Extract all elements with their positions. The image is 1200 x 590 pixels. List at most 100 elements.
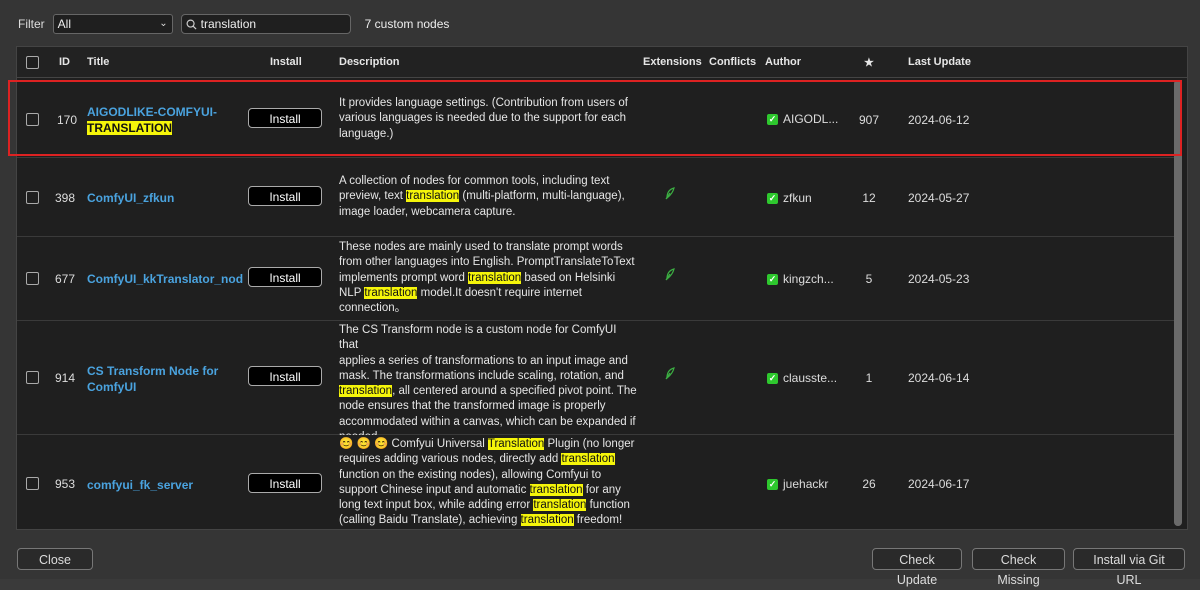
desc-line: NLP translation model.It doesn't require… <box>339 286 637 301</box>
col-id[interactable]: ID <box>59 56 70 68</box>
desc-text: NLP <box>339 286 365 299</box>
col-title[interactable]: Title <box>87 56 109 68</box>
row-description: 😊 😊 😊 Comfyui Universal Translation Plug… <box>339 437 637 529</box>
desc-highlight: translation <box>339 385 393 398</box>
row-author[interactable]: ✓ AIGODL... <box>767 112 838 126</box>
desc-text: model.It doesn't require internet <box>417 286 582 299</box>
desc-line: connection。 <box>339 302 407 315</box>
desc-line: function on the existing nodes), allowin… <box>339 468 602 481</box>
chevron-down-icon: ⌄ <box>159 18 168 29</box>
table-header: ID Title Install Description Extensions … <box>17 47 1187 78</box>
desc-highlight: translation <box>364 286 418 299</box>
desc-line: mask. The transformations include scalin… <box>339 369 624 382</box>
search-input[interactable] <box>200 17 341 31</box>
row-author[interactable]: ✓ zfkun <box>767 191 812 205</box>
row-title-link[interactable]: CS Transform Node for ComfyUI <box>87 363 227 395</box>
table-row[interactable]: 953 comfyui_fk_server Install 😊 😊 😊 Comf… <box>17 435 1175 529</box>
desc-line: translation, all centered around a speci… <box>339 384 637 399</box>
install-button[interactable]: Install <box>248 267 322 287</box>
scrollbar-thumb[interactable] <box>1174 80 1182 526</box>
search-icon <box>186 19 197 30</box>
desc-line: from other languages into English. Promp… <box>339 256 635 269</box>
table-row[interactable]: 398 ComfyUI_zfkun Install A collection o… <box>17 158 1175 237</box>
row-title-link[interactable]: ComfyUI_kkTranslator_nod <box>87 271 247 287</box>
desc-highlight: translation <box>533 499 587 512</box>
select-all-checkbox[interactable] <box>26 56 39 69</box>
author-name: clausste... <box>783 371 838 385</box>
col-install[interactable]: Install <box>270 56 302 68</box>
col-conflicts[interactable]: Conflicts <box>709 56 756 68</box>
desc-text: 😊 😊 😊 Comfyui Universal <box>339 438 488 450</box>
desc-line: support Chinese input and automatic tran… <box>339 483 637 498</box>
row-author[interactable]: ✓ clausste... <box>767 371 837 385</box>
check-missing-button[interactable]: Check Missing <box>972 548 1065 587</box>
nodes-table: ID Title Install Description Extensions … <box>16 46 1188 530</box>
desc-text: (multi-platform, multi-language), <box>459 190 625 203</box>
desc-line: A collection of nodes for common tools, … <box>339 175 610 187</box>
desc-line: image loader, webcamera capture. <box>339 205 516 218</box>
install-button[interactable]: Install <box>248 108 322 128</box>
row-description: These nodes are mainly used to translate… <box>339 240 637 316</box>
check-icon: ✓ <box>767 192 778 204</box>
desc-text: function <box>586 499 630 512</box>
desc-text: requires adding various nodes, directly … <box>339 453 562 466</box>
desc-text: for any <box>582 483 621 496</box>
row-id: 677 <box>55 272 76 286</box>
row-date: 2024-06-14 <box>908 371 970 385</box>
desc-line: implements prompt word translation based… <box>339 271 637 286</box>
filter-select[interactable]: All ⌄ <box>52 14 173 34</box>
row-id: 170 <box>57 113 78 127</box>
row-checkbox[interactable] <box>26 272 39 285</box>
row-id: 953 <box>55 477 76 491</box>
desc-text: freedom! <box>573 514 623 527</box>
row-author[interactable]: ✓ juehackr <box>767 477 828 491</box>
check-icon: ✓ <box>767 372 778 384</box>
row-date: 2024-05-23 <box>908 272 970 286</box>
extension-leaf-icon[interactable] <box>664 186 676 200</box>
check-icon: ✓ <box>767 273 778 285</box>
desc-text: implements prompt word <box>339 271 469 284</box>
desc-line: language.) <box>339 127 394 140</box>
extension-leaf-icon[interactable] <box>664 267 676 281</box>
install-button[interactable]: Install <box>248 473 322 493</box>
row-checkbox[interactable] <box>26 191 39 204</box>
row-description: The CS Transform node is a custom node f… <box>339 323 637 445</box>
col-last-update[interactable]: Last Update <box>908 56 971 68</box>
row-title-link[interactable]: comfyui_fk_server <box>87 477 237 493</box>
col-extensions[interactable]: Extensions <box>643 56 702 68</box>
row-title-text: AIGODLIKE-COMFYUI- <box>87 105 217 119</box>
row-id: 398 <box>55 191 76 205</box>
desc-highlight: translation <box>468 271 522 284</box>
author-name: AIGODL... <box>783 112 839 126</box>
desc-text: Plugin (no longer <box>544 438 635 450</box>
install-button[interactable]: Install <box>248 366 322 386</box>
desc-line: It provides language settings. (Contribu… <box>339 97 628 109</box>
table-scrollbar[interactable] <box>1174 80 1182 526</box>
install-button[interactable]: Install <box>248 186 322 206</box>
install-via-git-url-button[interactable]: Install via Git URL <box>1073 548 1185 587</box>
table-row[interactable]: 677 ComfyUI_kkTranslator_nod Install The… <box>17 237 1175 321</box>
row-author[interactable]: ✓ kingzch... <box>767 272 834 286</box>
row-title-link[interactable]: ComfyUI_zfkun <box>87 190 237 206</box>
desc-text: preview, text <box>339 190 407 203</box>
col-stars[interactable]: ★ <box>864 56 874 69</box>
close-button[interactable]: Close <box>17 548 93 570</box>
row-title-link[interactable]: AIGODLIKE-COMFYUI- TRANSLATION <box>87 104 237 136</box>
col-author[interactable]: Author <box>765 56 801 68</box>
row-checkbox[interactable] <box>26 371 39 384</box>
extension-leaf-icon[interactable] <box>664 366 676 380</box>
custom-nodes-manager-dialog: Filter All ⌄ 7 custom nodes ID Title Ins… <box>0 0 1200 587</box>
author-name: juehackr <box>783 477 829 491</box>
row-checkbox[interactable] <box>26 477 39 490</box>
row-checkbox[interactable] <box>26 113 39 126</box>
col-description[interactable]: Description <box>339 56 400 68</box>
desc-line: long text input box, while adding error … <box>339 498 637 513</box>
row-stars: 26 <box>862 477 876 491</box>
desc-line: These nodes are mainly used to translate… <box>339 241 623 253</box>
check-update-button[interactable]: Check Update <box>872 548 962 587</box>
search-box[interactable] <box>180 14 351 34</box>
filter-label: Filter <box>18 17 45 31</box>
table-row[interactable]: 914 CS Transform Node for ComfyUI Instal… <box>17 321 1175 443</box>
desc-line: applies a series of transformations to a… <box>339 354 628 367</box>
table-row[interactable]: 170 AIGODLIKE-COMFYUI- TRANSLATION Insta… <box>17 81 1175 158</box>
